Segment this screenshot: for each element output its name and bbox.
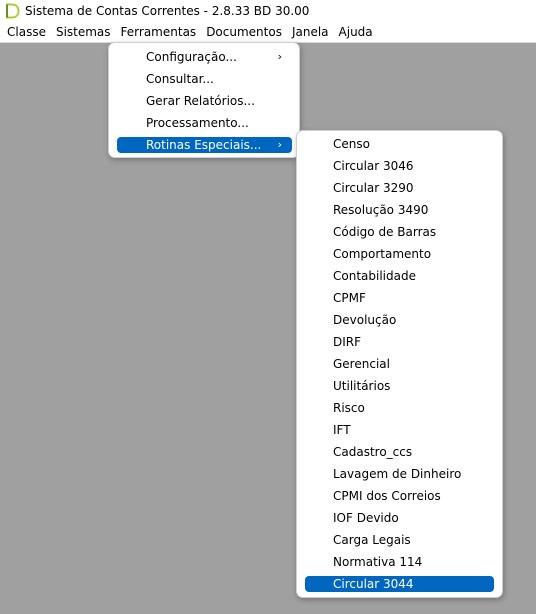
menu-item-consultar[interactable]: Consultar...: [117, 71, 292, 87]
submenu-item[interactable]: IFT: [305, 422, 494, 438]
submenu-item[interactable]: Lavagem de Dinheiro: [305, 466, 494, 482]
menu-documentos[interactable]: Documentos: [201, 22, 287, 42]
menu-item-configuracao[interactable]: Configuração... ›: [117, 49, 292, 65]
menu-item-rotinas-especiais[interactable]: Rotinas Especiais... ›: [117, 137, 292, 153]
chevron-right-icon: ›: [277, 50, 282, 63]
menu-janela[interactable]: Janela: [287, 22, 334, 42]
menu-item-label: Rotinas Especiais...: [146, 138, 262, 152]
window-title: Sistema de Contas Correntes - 2.8.33 BD …: [25, 4, 310, 18]
menu-item-label: Configuração...: [146, 50, 237, 64]
submenu-item[interactable]: Circular 3044: [305, 576, 494, 592]
menu-item-processamento[interactable]: Processamento...: [117, 115, 292, 131]
menu-sistemas[interactable]: Sistemas: [51, 22, 116, 42]
submenu-item[interactable]: Carga Legais: [305, 532, 494, 548]
menu-bar: Classe Sistemas Ferramentas Documentos J…: [0, 22, 536, 43]
menu-classe[interactable]: Classe: [2, 22, 51, 42]
submenu-item[interactable]: Cadastro_ccs: [305, 444, 494, 460]
menu-item-label: Gerar Relatórios...: [146, 94, 255, 108]
menu-item-gerar-relatorios[interactable]: Gerar Relatórios...: [117, 93, 292, 109]
submenu-item[interactable]: Utilitários: [305, 378, 494, 394]
submenu-item[interactable]: CPMI dos Correios: [305, 488, 494, 504]
submenu-item[interactable]: Resolução 3490: [305, 202, 494, 218]
chevron-right-icon: ›: [277, 138, 282, 151]
submenu-item[interactable]: CPMF: [305, 290, 494, 306]
submenu-item[interactable]: Normativa 114: [305, 554, 494, 570]
menu-ajuda[interactable]: Ajuda: [334, 22, 378, 42]
rotinas-especiais-submenu: Censo Circular 3046 Circular 3290 Resolução…: [296, 130, 503, 598]
submenu-item[interactable]: Comportamento: [305, 246, 494, 262]
submenu-item[interactable]: Circular 3046: [305, 158, 494, 174]
submenu-item[interactable]: DIRF: [305, 334, 494, 350]
submenu-item[interactable]: Código de Barras: [305, 224, 494, 240]
submenu-item[interactable]: Contabilidade: [305, 268, 494, 284]
ferramentas-dropdown: Configuração... › Consultar... Gerar Rel…: [108, 42, 300, 158]
menu-item-label: Processamento...: [146, 116, 249, 130]
submenu-item[interactable]: Gerencial: [305, 356, 494, 372]
app-logo-icon: [6, 3, 20, 19]
submenu-item[interactable]: Risco: [305, 400, 494, 416]
menu-ferramentas[interactable]: Ferramentas: [116, 22, 202, 42]
submenu-item[interactable]: IOF Devido: [305, 510, 494, 526]
submenu-item[interactable]: Devolução: [305, 312, 494, 328]
title-bar: Sistema de Contas Correntes - 2.8.33 BD …: [0, 0, 536, 22]
submenu-item[interactable]: Circular 3290: [305, 180, 494, 196]
menu-item-label: Consultar...: [146, 72, 214, 86]
submenu-item[interactable]: Censo: [305, 136, 494, 152]
